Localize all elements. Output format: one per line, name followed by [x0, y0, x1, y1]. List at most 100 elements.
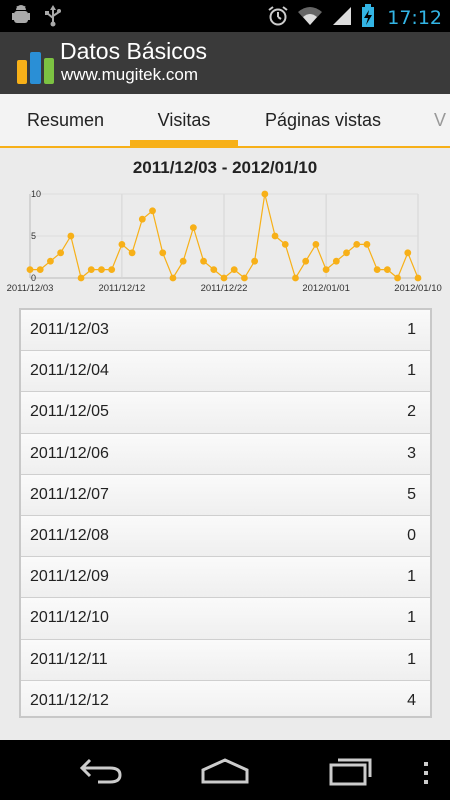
- data-point: [36, 266, 44, 273]
- battery-charging-icon: [361, 4, 375, 32]
- usb-icon: [44, 5, 62, 31]
- tab-partial[interactable]: V: [434, 94, 446, 146]
- x-tick-label: 2011/12/03: [7, 283, 54, 294]
- tab-strip: Resumen Visitas Páginas vistas V: [0, 94, 450, 148]
- table-row[interactable]: 2011/12/04 1: [21, 351, 430, 393]
- data-point: [26, 266, 34, 273]
- visits-line-chart: 2011/12/03 2011/12/12 2011/12/22 2012/01/01…: [7, 189, 442, 294]
- data-point: [118, 241, 126, 248]
- data-point: [292, 274, 299, 282]
- x-tick-label: 2012/01/01: [302, 283, 350, 294]
- data-point: [394, 274, 401, 282]
- row-date: 2011/12/06: [30, 444, 109, 462]
- row-date: 2011/12/09: [30, 568, 109, 586]
- table-row[interactable]: 2011/12/08 0: [21, 515, 430, 558]
- data-point: [251, 257, 259, 265]
- menu-icon[interactable]: [420, 762, 432, 790]
- bar-chart-app-icon[interactable]: [16, 40, 56, 86]
- data-point: [210, 266, 218, 273]
- clock: 17:12: [387, 7, 442, 29]
- data-point: [281, 241, 289, 248]
- data-point: [230, 266, 238, 273]
- action-bar: Datos Básicos www.mugitek.com: [0, 32, 450, 94]
- x-tick-label: 2011/12/12: [98, 283, 145, 294]
- data-point: [302, 257, 310, 265]
- tab-visitas[interactable]: Visitas: [130, 94, 238, 146]
- x-tick-label: 2011/12/22: [201, 283, 248, 294]
- data-point: [108, 266, 116, 273]
- row-visits-value: 0: [407, 526, 416, 544]
- row-date: 2011/12/07: [30, 485, 109, 503]
- date-range-title: 2011/12/03 - 2012/01/10: [132, 158, 318, 177]
- row-visits-value: 1: [407, 650, 416, 668]
- table-row[interactable]: 2011/12/06 3: [21, 433, 430, 475]
- android-debug-icon: [10, 5, 32, 31]
- row-visits-value: 1: [407, 568, 416, 586]
- table-row[interactable]: 2011/12/07 5: [21, 474, 430, 516]
- data-point: [414, 274, 422, 282]
- wifi-icon: [297, 6, 323, 30]
- data-point: [343, 249, 350, 257]
- table-row[interactable]: 2011/12/05 2: [21, 392, 430, 434]
- data-point: [373, 266, 381, 273]
- app-subtitle: www.mugitek.com: [61, 65, 198, 84]
- home-icon[interactable]: [200, 754, 250, 790]
- app-title: Datos Básicos: [60, 38, 208, 64]
- data-point: [220, 274, 228, 282]
- data-point: [363, 241, 371, 248]
- row-visits-value: 5: [407, 485, 416, 503]
- data-point: [87, 266, 95, 273]
- row-visits-value: 3: [407, 444, 416, 462]
- row-visits-value: 1: [407, 362, 416, 380]
- data-point: [179, 257, 187, 265]
- data-point: [404, 249, 412, 257]
- row-date: 2011/12/10: [30, 609, 109, 627]
- data-point: [312, 241, 320, 248]
- table-row[interactable]: 2011/12/12 4: [21, 680, 430, 716]
- row-date: 2011/12/05: [30, 403, 109, 421]
- row-visits-value: 1: [407, 609, 416, 627]
- row-visits-value: 2: [407, 403, 416, 421]
- data-point: [332, 257, 340, 265]
- table-row[interactable]: 2011/12/09 1: [21, 557, 430, 599]
- data-point: [98, 266, 105, 273]
- y-tick-label: 10: [31, 189, 41, 199]
- visits-table: 2011/12/03 1 2011/12/04 1 2011/12/05 2 2011/12…: [19, 308, 432, 718]
- back-icon[interactable]: [78, 754, 124, 790]
- data-point: [138, 215, 146, 223]
- data-point: [353, 241, 361, 248]
- data-point: [189, 224, 197, 231]
- row-date: 2011/12/08: [30, 526, 109, 544]
- data-point: [149, 207, 156, 215]
- signal-icon: [331, 5, 353, 31]
- data-point: [241, 274, 248, 282]
- table-row[interactable]: 2011/12/03 1: [21, 310, 430, 352]
- tab-paginas-vistas[interactable]: Páginas vistas: [265, 94, 381, 146]
- table-row[interactable]: 2011/12/11 1: [21, 639, 430, 681]
- row-visits-value: 4: [407, 691, 416, 709]
- status-bar: 17:12: [0, 0, 450, 32]
- data-point: [159, 249, 167, 257]
- table-row[interactable]: 2011/12/10 1: [21, 598, 430, 640]
- data-point: [271, 232, 279, 240]
- row-date: 2011/12/12: [30, 691, 109, 709]
- row-date: 2011/12/04: [30, 362, 109, 380]
- data-point: [128, 249, 136, 257]
- recent-apps-icon[interactable]: [328, 754, 374, 790]
- data-point: [77, 274, 85, 282]
- row-visits-value: 1: [407, 321, 416, 338]
- data-point: [322, 266, 330, 273]
- data-point: [169, 274, 177, 282]
- data-point: [67, 232, 75, 240]
- y-tick-label: 0: [31, 273, 36, 283]
- tab-resumen[interactable]: Resumen: [27, 94, 104, 146]
- main-content: 2011/12/03 - 2012/01/10 2011/12/03 2011/1…: [0, 148, 450, 740]
- row-date: 2011/12/03: [30, 321, 109, 338]
- navigation-bar: [0, 740, 450, 800]
- data-point: [47, 257, 54, 265]
- alarm-icon: [267, 5, 289, 31]
- data-point: [57, 249, 65, 257]
- x-tick-label: 2012/01/10: [394, 283, 442, 294]
- row-date: 2011/12/11: [30, 650, 108, 668]
- data-point: [383, 266, 391, 273]
